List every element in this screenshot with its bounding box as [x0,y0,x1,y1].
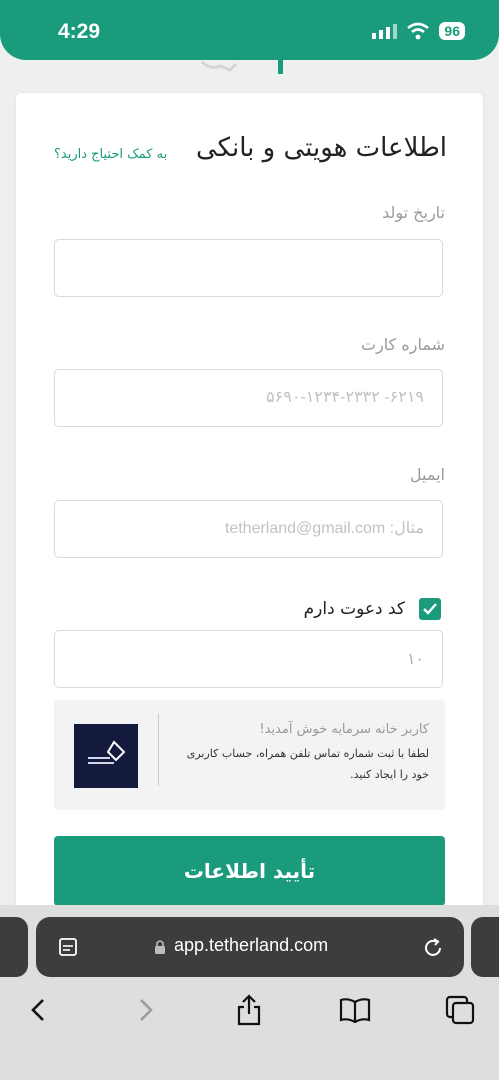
app-logo-partial [190,56,310,80]
checkmark-icon [423,603,437,615]
page-title: اطلاعات هویتی و بانکی [195,133,447,163]
submit-button[interactable]: تأیید اطلاعات [54,836,445,906]
invite-checkbox[interactable] [419,598,441,620]
forward-button[interactable] [126,990,166,1030]
invite-code-input[interactable] [54,630,443,688]
next-tab[interactable] [471,917,499,977]
status-time: 4:29 [58,20,101,43]
identity-form-card: اطلاعات هویتی و بانکی به کمک احتیاج داری… [16,93,483,933]
previous-tab[interactable] [0,917,28,977]
status-bar: 4:29 96 [0,0,499,60]
help-link[interactable]: به کمک احتیاج دارید؟ [54,147,167,162]
share-button[interactable] [229,990,269,1030]
invite-code-toggle[interactable]: کد دعوت دارم [304,598,441,620]
birthdate-input[interactable] [54,239,443,297]
reload-icon[interactable] [422,937,444,959]
signal-icon [372,24,398,39]
promo-body: لطفا با ثبت شماره تماس تلفن همراه، حساب … [186,747,429,781]
book-icon [339,998,371,1023]
share-icon [237,994,261,1026]
tabs-button[interactable] [440,990,480,1030]
bookmarks-button[interactable] [335,990,375,1030]
chevron-left-icon [31,999,44,1021]
url-bar[interactable]: app.tetherland.com [36,917,464,977]
invite-label: کد دعوت دارم [303,599,405,619]
card-number-input[interactable] [54,369,443,427]
status-icons: 96 [371,22,465,40]
wifi-icon [407,22,430,40]
reader-mode-icon[interactable] [58,937,78,957]
lock-icon [155,940,165,954]
battery-level: 96 [439,22,465,40]
promo-divider [158,714,159,786]
url-text: app.tetherland.com [174,935,329,955]
card-number-label: شماره کارت [360,335,445,354]
promo-title: کاربر خانه سرمایه خوش آمدید! [259,722,429,737]
birthdate-label: تاریخ تولد [382,203,445,222]
email-input[interactable] [54,500,443,558]
partner-logo [74,724,138,788]
email-label: ایمیل [409,465,445,484]
promo-text: کاربر خانه سرمایه خوش آمدید! لطفا با ثبت… [179,722,429,785]
promo-banner: کاربر خانه سرمایه خوش آمدید! لطفا با ثبت… [54,700,445,810]
browser-toolbar: app.tetherland.com [0,905,499,1080]
tabs-icon [445,995,475,1025]
chevron-right-icon [140,999,153,1021]
back-button[interactable] [18,990,58,1030]
